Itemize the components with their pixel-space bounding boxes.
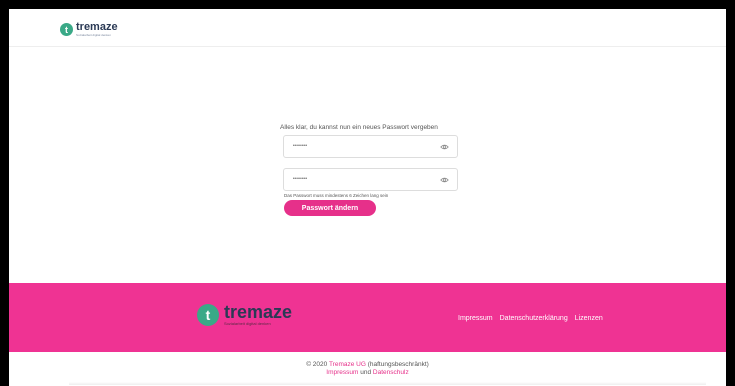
legal-line: Impressum und Datenschulz [9, 369, 726, 376]
form-prompt: Alles klar, du kannst nun ein neues Pass… [280, 124, 438, 131]
footer-link-datenschutz[interactable]: Datenschutzerklärung [500, 315, 568, 322]
footer-link-impressum[interactable]: Impressum [458, 315, 493, 322]
logo-wordmark: tremaze Sozialarbeit digital denken [76, 22, 118, 37]
logo-name: tremaze [76, 21, 118, 33]
copyright-suffix: (haftungsbeschränkt) [365, 361, 429, 368]
footer-logo[interactable]: t tremaze Sozialarbeit digital denken [197, 303, 292, 326]
legal-link-datenschutz[interactable]: Datenschulz [373, 369, 409, 376]
password-value: ••••••• [293, 143, 308, 149]
logo-mark-icon: t [197, 303, 219, 326]
logo-mark-icon: t [60, 23, 73, 36]
new-password-field[interactable]: ••••••• [283, 135, 458, 158]
top-header: t tremaze Sozialarbeit digital denken [9, 9, 726, 47]
logo-wordmark: tremaze Sozialarbeit digital denken [224, 303, 292, 326]
confirm-password-field[interactable]: ••••••• [283, 168, 458, 191]
logo-tagline: Sozialarbeit digital denken [76, 33, 112, 37]
browser-window: t tremaze Sozialarbeit digital denken Al… [9, 9, 726, 386]
password-confirm-value: ••••••• [293, 176, 308, 182]
header-logo[interactable]: t tremaze Sozialarbeit digital denken [60, 22, 118, 37]
logo-name: tremaze [224, 302, 293, 322]
bottom-divider [69, 382, 706, 385]
footer-link-lizenzen[interactable]: Lizenzen [575, 315, 603, 322]
password-reset-section: Alles klar, du kannst nun ein neues Pass… [9, 47, 726, 283]
copyright-prefix: © 2020 [306, 361, 329, 368]
eye-icon[interactable] [440, 144, 449, 150]
bottom-bar: © 2020 Tremaze UG (haftungsbeschränkt) I… [9, 352, 726, 386]
legal-joiner: und [358, 369, 373, 376]
company-link[interactable]: Tremaze UG [329, 361, 366, 368]
footer-links: Impressum Datenschutzerklärung Lizenzen [458, 315, 603, 322]
change-password-button[interactable]: Passwort ändern [284, 200, 376, 216]
eye-icon[interactable] [440, 177, 449, 183]
password-hint: Das Passwort muss mindestens 6 Zeichen l… [284, 193, 389, 198]
copyright-line: © 2020 Tremaze UG (haftungsbeschränkt) [9, 361, 726, 368]
logo-tagline: Sozialarbeit digital denken [224, 321, 271, 326]
pink-footer: t tremaze Sozialarbeit digital denken Im… [9, 283, 726, 352]
legal-link-impressum[interactable]: Impressum [326, 369, 358, 376]
